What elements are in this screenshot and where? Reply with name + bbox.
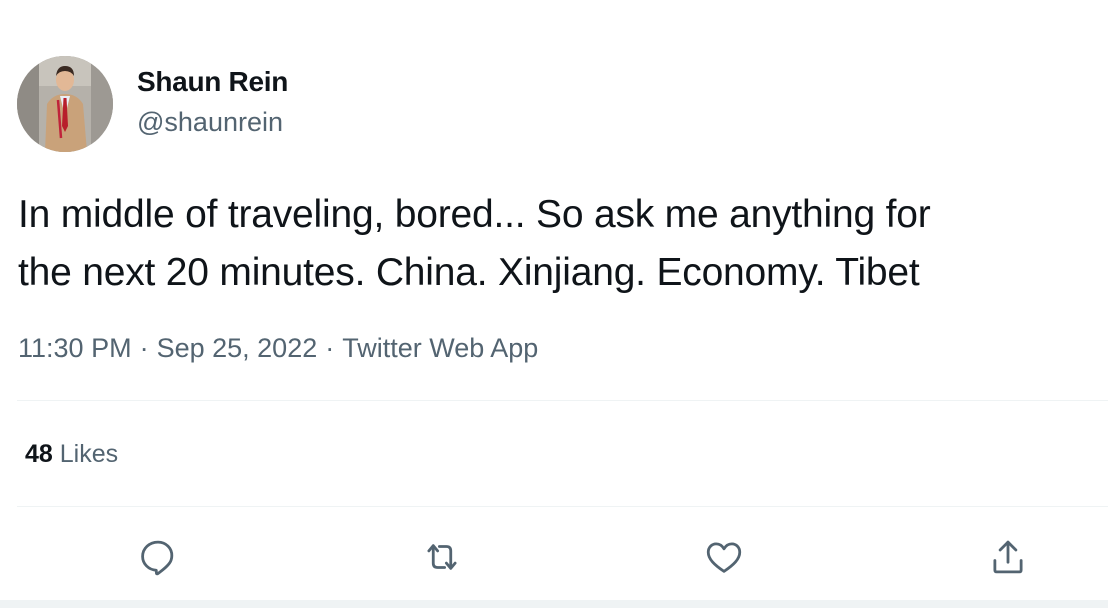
like-icon <box>706 542 742 573</box>
share-icon <box>993 540 1023 574</box>
tweet-meta: 11:30 PM · Sep 25, 2022 · Twitter Web App <box>18 333 538 364</box>
meta-separator: · <box>139 333 149 363</box>
share-button[interactable] <box>986 535 1030 579</box>
bottom-border <box>0 600 1108 608</box>
tweet-date[interactable]: Sep 25, 2022 <box>157 333 318 363</box>
divider <box>17 400 1108 401</box>
avatar-photo <box>17 56 113 152</box>
avatar[interactable] <box>17 56 113 152</box>
tweet-text: In middle of traveling, bored... So ask … <box>18 193 931 294</box>
retweet-icon <box>427 544 457 570</box>
divider <box>17 506 1108 507</box>
tweet-card: Shaun Rein @shaunrein In middle of trave… <box>0 0 1108 608</box>
retweet-button[interactable] <box>420 535 464 579</box>
reply-button[interactable] <box>136 535 180 579</box>
likes-label: Likes <box>59 440 119 468</box>
tweet-source[interactable]: Twitter Web App <box>342 333 538 363</box>
like-button[interactable] <box>702 535 746 579</box>
likes-count: 48 <box>25 440 53 468</box>
meta-separator: · <box>325 333 335 363</box>
author-display-name[interactable]: Shaun Rein <box>137 66 288 98</box>
author-handle[interactable]: @shaunrein <box>137 107 283 138</box>
likes-stat[interactable]: 48 Likes <box>25 440 118 469</box>
tweet-time[interactable]: 11:30 PM <box>18 333 132 363</box>
reply-icon <box>141 540 174 576</box>
